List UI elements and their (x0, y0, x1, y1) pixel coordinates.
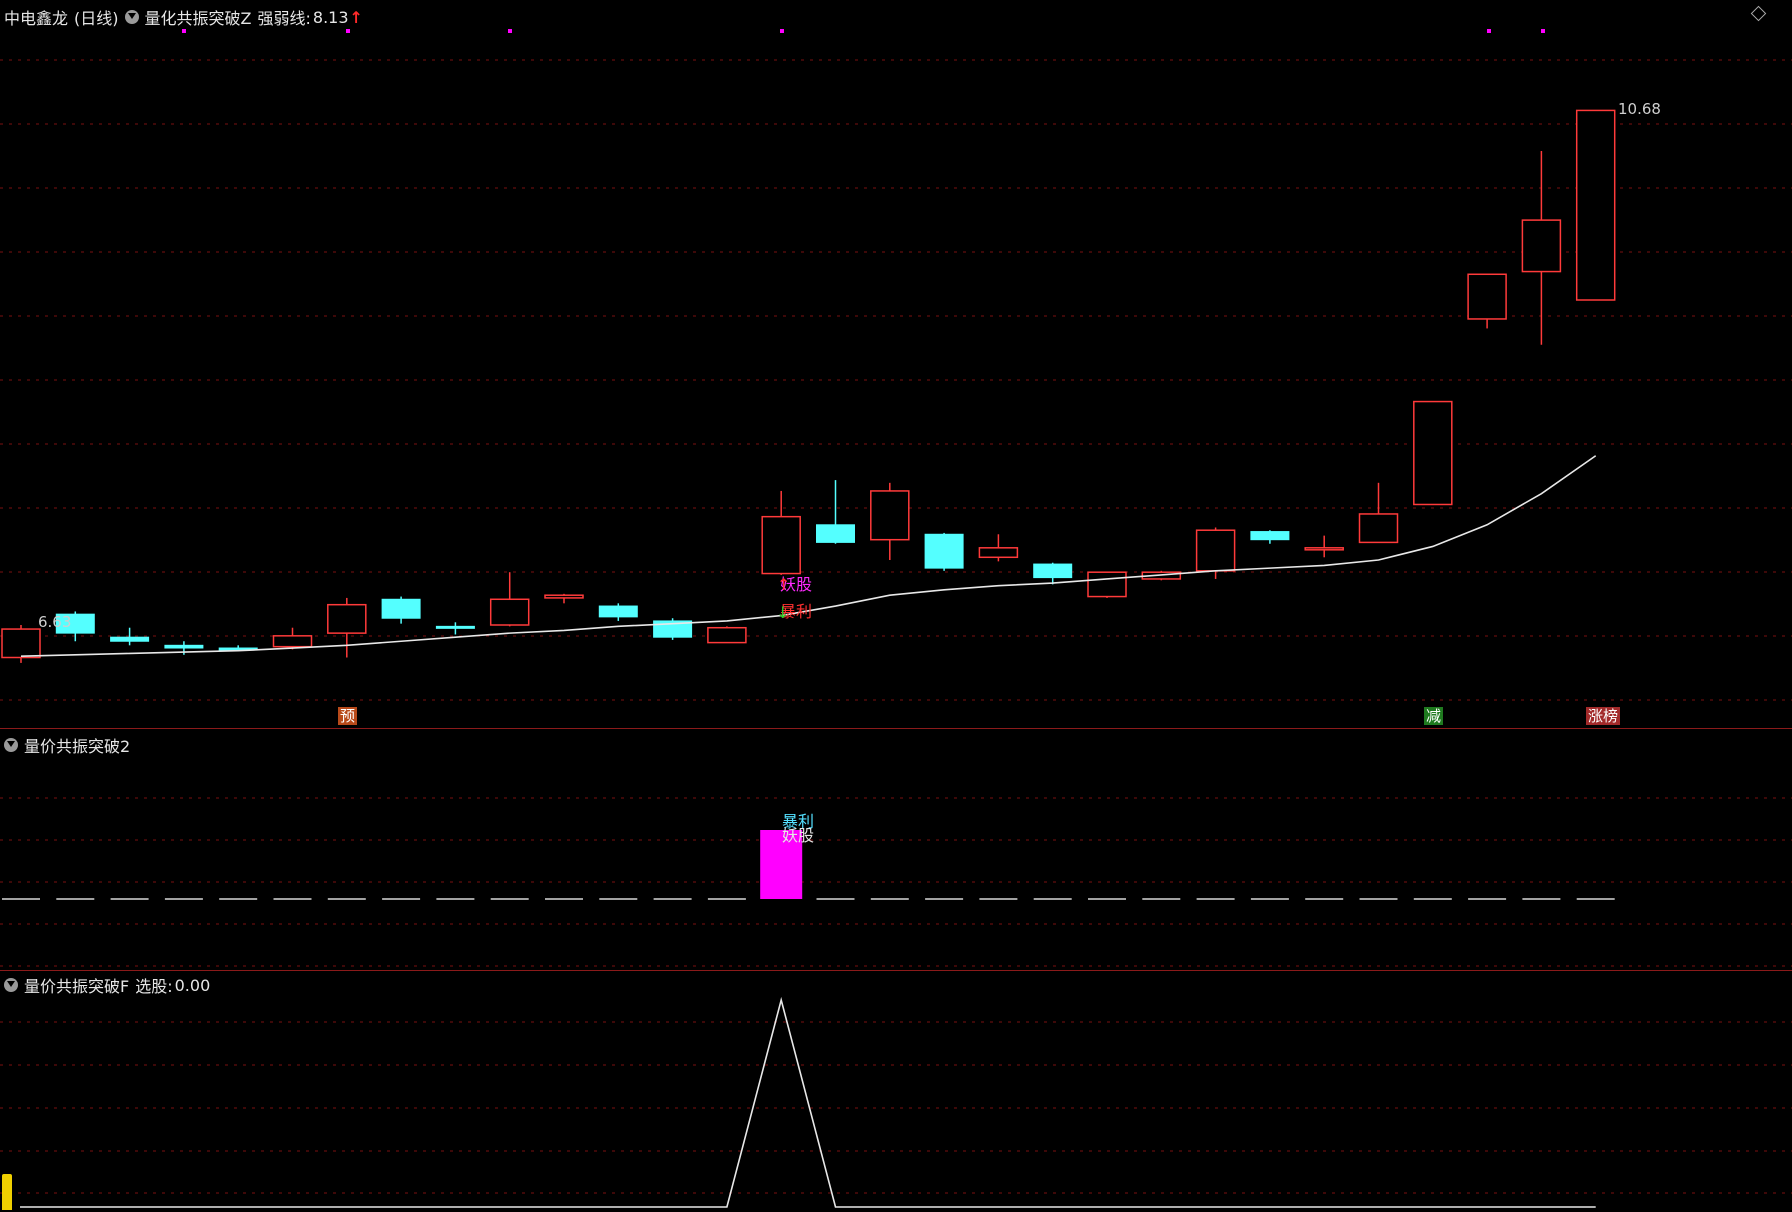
candle[interactable] (544, 593, 584, 604)
candle[interactable] (1304, 535, 1344, 558)
signal-dot (1487, 29, 1491, 33)
candlestick-chart[interactable] (0, 0, 1792, 728)
indicator-name[interactable]: 量化共振突破Z (145, 5, 252, 29)
ind-dropdown-icon[interactable] (4, 978, 18, 992)
vol-indicator-name[interactable]: 量价共振突破2 (24, 733, 130, 757)
candle[interactable] (435, 622, 475, 635)
candle[interactable] (707, 626, 747, 644)
high-price-label: 10.68 (1618, 100, 1661, 118)
stock-name: 中电鑫龙 (4, 9, 69, 28)
candle-body-down (598, 605, 638, 618)
signal-dot (1541, 29, 1545, 33)
candle[interactable] (1413, 400, 1453, 506)
candle-body-up (327, 603, 367, 634)
candle[interactable] (1250, 530, 1290, 544)
candle-body-up (489, 598, 530, 626)
candle-body-up (1521, 219, 1562, 273)
candle[interactable] (272, 627, 313, 650)
signal-dot (346, 29, 350, 33)
candle-body-up (707, 626, 747, 644)
vol-tag-demon: 妖股 (782, 826, 815, 845)
select-indicator-chart (0, 996, 1792, 1208)
candle[interactable] (761, 490, 801, 575)
candle[interactable] (1033, 562, 1073, 585)
candle[interactable] (924, 532, 964, 571)
indicator-dropdown-icon[interactable] (124, 10, 139, 24)
candle[interactable] (381, 596, 421, 624)
candle[interactable] (1521, 151, 1562, 345)
candle-body-up (1, 628, 41, 659)
candle-body-down (435, 625, 475, 629)
select-label: 选股: (135, 977, 173, 996)
main-chart-pane[interactable]: 中电鑫龙 (日线) 量化共振突破Z 强弱线: 8.13 ↑ 10.68 6.63… (0, 0, 1792, 728)
candle[interactable] (978, 534, 1019, 562)
signal-dot (508, 29, 512, 33)
candle-body-down (816, 524, 855, 543)
candle[interactable] (110, 627, 150, 646)
select-signal-line (20, 996, 1596, 1208)
up-arrow-icon: ↑ (349, 7, 363, 27)
select-value: 0.00 (174, 975, 211, 995)
candle-body-up (1575, 109, 1616, 301)
volume-signal-chart (0, 797, 1792, 967)
candle-body-up (544, 594, 584, 599)
candle[interactable] (870, 482, 910, 560)
volume-signal-pane[interactable]: 量价共振突破2 暴利 妖股 (0, 729, 1792, 970)
vol-header: 量价共振突破2 (4, 733, 130, 757)
tag-pre: 预 (338, 707, 358, 725)
candle-body-down (924, 533, 964, 569)
signal-up-arrow-icon: ↑ (777, 575, 791, 594)
candle-body-up (1413, 400, 1453, 506)
main-header: 中电鑫龙 (日线) 量化共振突破Z 强弱线: 8.13 ↑ (4, 5, 363, 29)
vol-dropdown-icon[interactable] (4, 738, 18, 752)
candle-body-up (1467, 273, 1507, 320)
candle-body-up (870, 490, 910, 541)
candle-body-down (1033, 563, 1073, 579)
candle[interactable] (1358, 482, 1399, 544)
candle[interactable] (327, 597, 367, 658)
candle-body-up (1304, 547, 1344, 551)
candle-body-up (1358, 513, 1399, 544)
signal-dot (780, 29, 784, 33)
candle-body-down (1250, 531, 1290, 541)
candle-body-up (1087, 571, 1127, 598)
signal-down-arrow-icon: ↓ (776, 603, 790, 622)
candle[interactable] (1087, 571, 1127, 598)
period-label: (日线) (74, 9, 119, 28)
low-price-label: 6.63 (38, 613, 72, 631)
candle[interactable] (816, 480, 855, 544)
candle-body-down (110, 636, 150, 642)
candle-body-up (272, 635, 313, 648)
strength-line-label: 强弱线: (257, 9, 311, 28)
tag-limit-up: 涨榜 (1586, 707, 1621, 725)
tag-reduce: 减 (1424, 707, 1444, 725)
candle[interactable] (1, 625, 41, 663)
strength-line-value: 8.13 (312, 7, 349, 27)
candle[interactable] (1575, 109, 1616, 301)
ind-header: 量价共振突破F 选股: 0.00 (4, 973, 210, 997)
strength-line (20, 455, 1597, 657)
ind-indicator-name[interactable]: 量价共振突破F (24, 973, 129, 997)
candle-body-up (761, 515, 801, 575)
candle-body-down (164, 644, 204, 649)
signal-dot (182, 29, 186, 33)
candle[interactable] (489, 572, 530, 627)
candle-body-up (1195, 529, 1236, 572)
candle[interactable] (653, 618, 693, 640)
select-indicator-pane[interactable]: 量价共振突破F 选股: 0.00 (0, 971, 1792, 1212)
scroll-marker[interactable] (2, 1174, 12, 1210)
candle[interactable] (1467, 273, 1507, 329)
candle-body-down (381, 598, 421, 619)
candle[interactable] (598, 603, 638, 621)
candle-body-up (978, 547, 1019, 559)
